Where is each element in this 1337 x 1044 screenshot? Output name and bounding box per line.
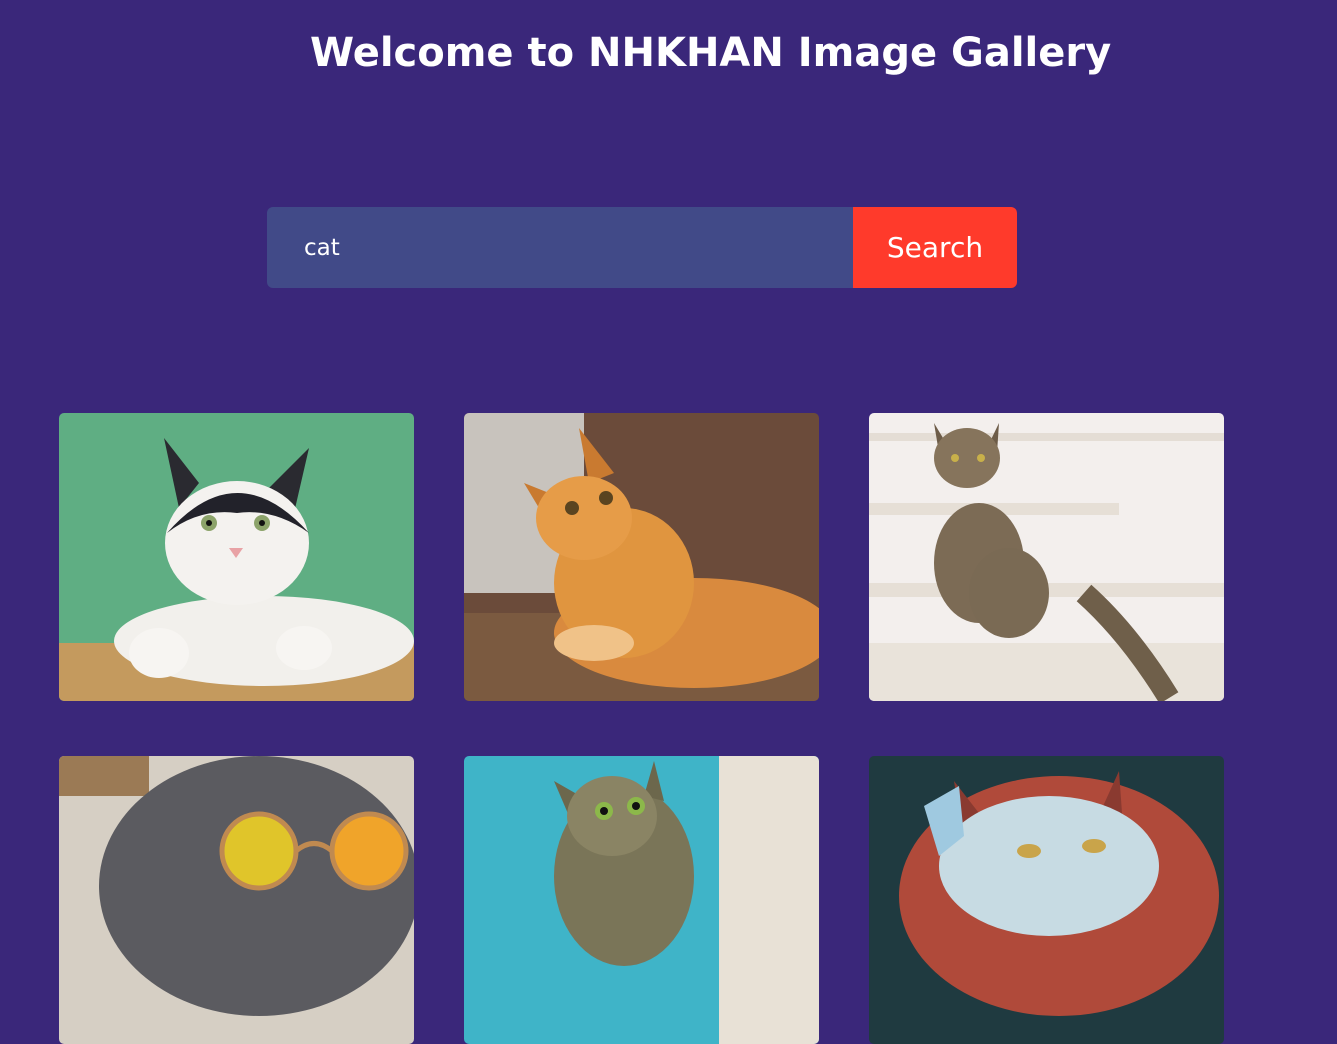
gallery-image[interactable] bbox=[869, 756, 1224, 1044]
page-title: Welcome to NHKHAN Image Gallery bbox=[310, 30, 1112, 76]
cat-photo-3 bbox=[869, 413, 1224, 701]
search-button[interactable]: Search bbox=[853, 207, 1017, 288]
cat-photo-6 bbox=[869, 756, 1224, 1044]
search-bar: Search bbox=[267, 207, 1017, 288]
cat-photo-2 bbox=[464, 413, 819, 701]
search-input[interactable] bbox=[267, 207, 853, 288]
gallery-image[interactable] bbox=[59, 413, 414, 701]
cat-photo-4 bbox=[59, 756, 414, 1044]
gallery-image[interactable] bbox=[59, 756, 414, 1044]
cat-photo-1 bbox=[59, 413, 414, 701]
gallery-image[interactable] bbox=[464, 413, 819, 701]
cat-photo-5 bbox=[464, 756, 819, 1044]
gallery-image[interactable] bbox=[869, 413, 1224, 701]
gallery-image[interactable] bbox=[464, 756, 819, 1044]
